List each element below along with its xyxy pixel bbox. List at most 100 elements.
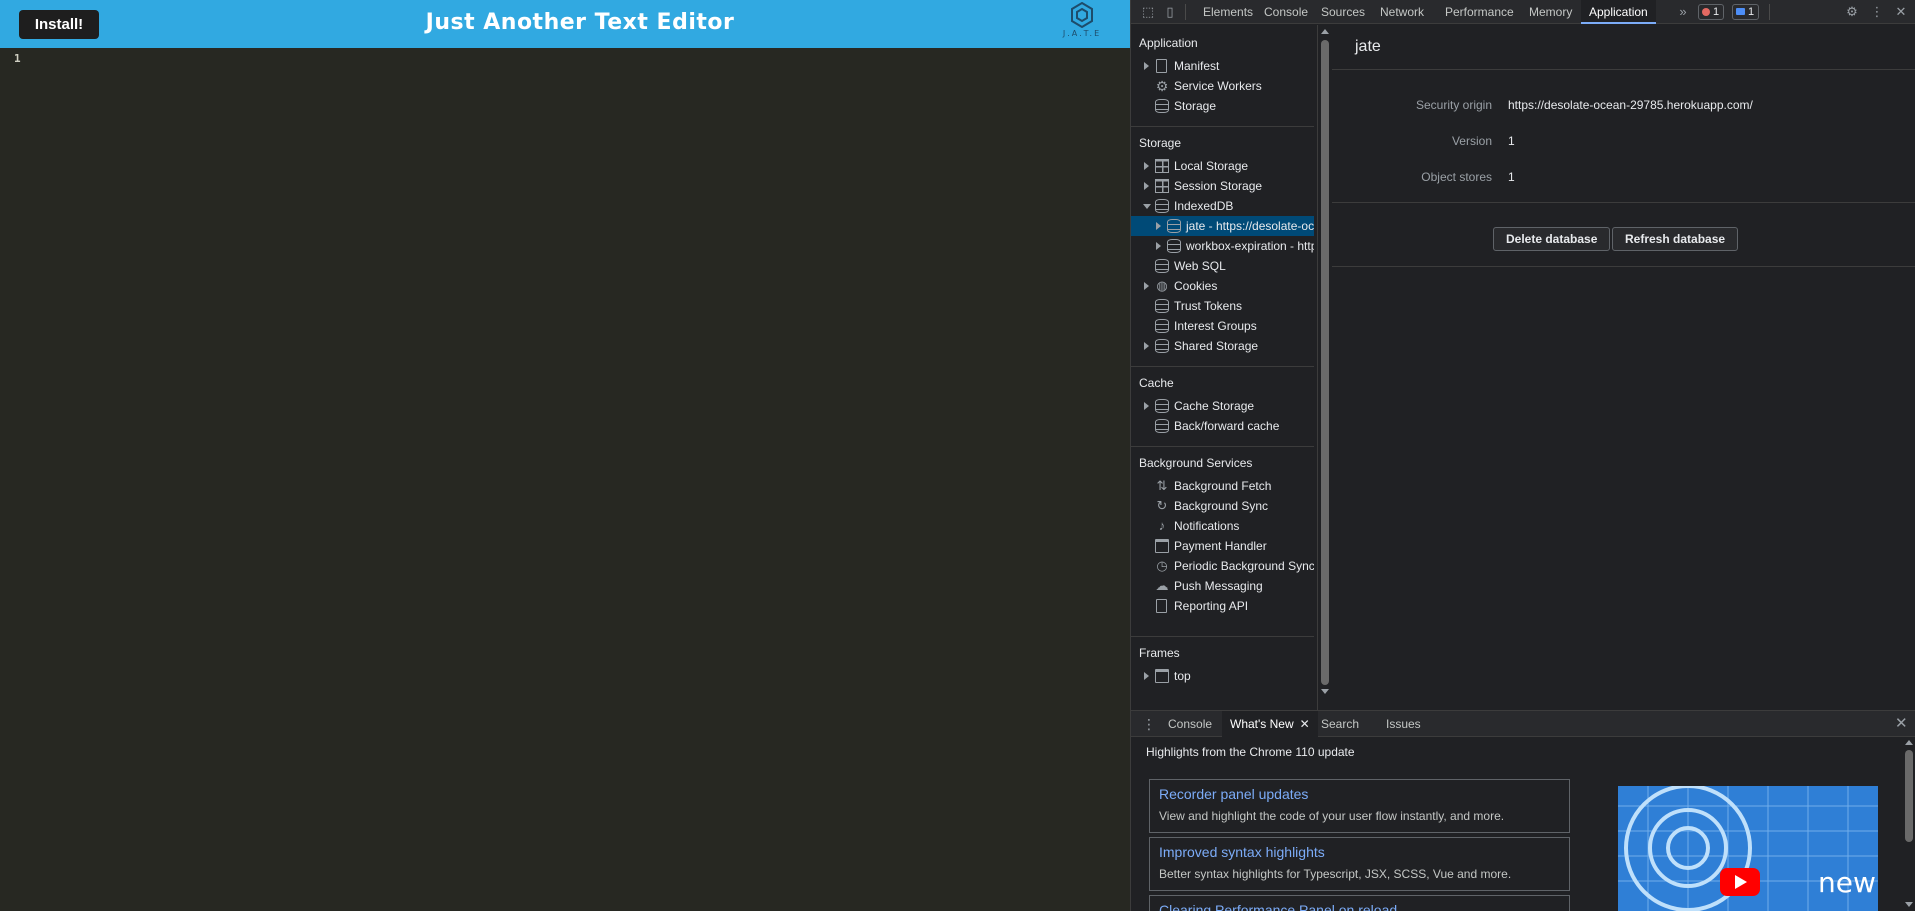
sidebar-item-shared-storage[interactable]: Shared Storage xyxy=(1131,336,1314,356)
feature-title-link[interactable]: Improved syntax highlights xyxy=(1159,844,1325,860)
expand-arrow-icon[interactable] xyxy=(1143,156,1151,176)
section-divider xyxy=(1131,636,1314,637)
sidebar-item-web-sql[interactable]: Web SQL xyxy=(1131,256,1314,276)
sidebar-item-storage-overview[interactable]: Storage xyxy=(1131,96,1314,116)
sidebar-item-jate-db[interactable]: jate - https://desolate-ocean-29785.hero… xyxy=(1131,216,1314,236)
expand-arrow-icon[interactable] xyxy=(1143,56,1151,76)
sidebar-item-label: Manifest xyxy=(1174,59,1220,73)
close-drawer-icon[interactable]: ✕ xyxy=(1895,715,1908,732)
sidebar-item-label: Service Workers xyxy=(1174,79,1262,93)
error-count: 1 xyxy=(1713,6,1720,18)
feature-title-link[interactable]: Recorder panel updates xyxy=(1159,786,1308,802)
sidebar-item-reporting-api[interactable]: Reporting API xyxy=(1131,596,1314,616)
scroll-down-arrow-icon[interactable] xyxy=(1905,902,1913,907)
scroll-down-arrow-icon[interactable] xyxy=(1321,689,1329,694)
feature-card[interactable]: Recorder panel updates View and highligh… xyxy=(1149,779,1570,833)
sidebar-item-frame-top[interactable]: top xyxy=(1131,666,1314,686)
document-icon xyxy=(1156,59,1167,73)
sidebar-item-workbox-expiration-db[interactable]: workbox-expiration - https://desolate-oc… xyxy=(1131,236,1314,256)
section-divider xyxy=(1131,126,1314,127)
error-badge[interactable]: 1 xyxy=(1698,4,1725,20)
credit-card-icon xyxy=(1155,539,1169,553)
close-tab-icon[interactable]: ✕ xyxy=(1300,717,1310,731)
tab-sources[interactable]: Sources xyxy=(1313,0,1373,24)
sidebar-item-payment-handler[interactable]: Payment Handler xyxy=(1131,536,1314,556)
up-down-arrows-icon: ⇅ xyxy=(1156,478,1168,493)
tab-elements[interactable]: Elements xyxy=(1195,0,1261,24)
scroll-up-arrow-icon[interactable] xyxy=(1905,740,1913,745)
tab-application[interactable]: Application xyxy=(1581,0,1656,24)
frame-window-icon xyxy=(1155,669,1169,683)
inspect-element-icon[interactable]: ⬚ xyxy=(1139,3,1157,21)
delete-database-button[interactable]: Delete database xyxy=(1493,227,1611,251)
sidebar-item-label: IndexedDB xyxy=(1174,199,1234,213)
expand-arrow-icon[interactable] xyxy=(1143,396,1151,416)
scrollbar-thumb[interactable] xyxy=(1905,750,1913,842)
settings-gear-icon[interactable]: ⚙ xyxy=(1843,3,1861,21)
sidebar-item-push-messaging[interactable]: ☁ Push Messaging xyxy=(1131,576,1314,596)
device-toolbar-icon[interactable]: ▯ xyxy=(1161,3,1179,21)
security-origin-value: https://desolate-ocean-29785.herokuapp.c… xyxy=(1508,98,1753,112)
sidebar-item-back-forward-cache[interactable]: Back/forward cache xyxy=(1131,416,1314,436)
drawer-tab-whats-new[interactable]: What's New ✕ xyxy=(1222,711,1318,737)
database-icon xyxy=(1155,299,1169,313)
drawer-menu-icon[interactable]: ⋮ xyxy=(1142,716,1156,732)
sidebar-item-trust-tokens[interactable]: Trust Tokens xyxy=(1131,296,1314,316)
more-tabs-icon[interactable]: » xyxy=(1674,3,1692,21)
tab-memory[interactable]: Memory xyxy=(1521,0,1580,24)
scrollbar-thumb[interactable] xyxy=(1321,40,1329,685)
sidebar-item-background-fetch[interactable]: ⇅ Background Fetch xyxy=(1131,476,1314,496)
expand-arrow-icon[interactable] xyxy=(1143,176,1151,196)
sidebar-item-periodic-background-sync[interactable]: ◷ Periodic Background Sync xyxy=(1131,556,1314,576)
section-title-application: Application xyxy=(1139,36,1198,50)
logo-hexagon-icon xyxy=(1071,2,1093,28)
expand-arrow-icon[interactable] xyxy=(1143,336,1151,356)
drawer-tab-search[interactable]: Search xyxy=(1313,711,1367,737)
section-divider xyxy=(1131,366,1314,367)
section-title-cache: Cache xyxy=(1139,376,1174,390)
sidebar-vertical-scrollbar[interactable] xyxy=(1318,25,1332,710)
expand-arrow-icon[interactable] xyxy=(1155,216,1163,236)
object-stores-label: Object stores xyxy=(1421,170,1492,184)
error-icon xyxy=(1702,8,1710,16)
expand-arrow-icon[interactable] xyxy=(1143,666,1151,686)
sidebar-item-background-sync[interactable]: ↻ Background Sync xyxy=(1131,496,1314,516)
expand-arrow-icon[interactable] xyxy=(1155,236,1163,256)
drawer-vertical-scrollbar[interactable] xyxy=(1902,738,1915,911)
tab-network[interactable]: Network xyxy=(1372,0,1432,24)
code-editor[interactable]: 1 xyxy=(0,48,1130,911)
drawer-tab-issues[interactable]: Issues xyxy=(1378,711,1429,737)
sidebar-item-cookies[interactable]: ◍ Cookies xyxy=(1131,276,1314,296)
database-icon xyxy=(1155,99,1169,113)
object-stores-value: 1 xyxy=(1508,170,1515,184)
whats-new-video-thumbnail[interactable]: new xyxy=(1618,786,1878,911)
refresh-database-button[interactable]: Refresh database xyxy=(1612,227,1739,251)
close-devtools-icon[interactable]: ✕ xyxy=(1892,3,1910,21)
sidebar-item-manifest[interactable]: Manifest xyxy=(1131,56,1314,76)
section-divider xyxy=(1131,446,1314,447)
sidebar-item-notifications[interactable]: ♪ Notifications xyxy=(1131,516,1314,536)
feature-title-link[interactable]: Clearing Performance Panel on reload xyxy=(1159,902,1397,911)
toolbar-divider xyxy=(1185,4,1186,20)
cookie-icon: ◍ xyxy=(1156,278,1168,293)
collapse-arrow-icon[interactable] xyxy=(1143,196,1151,216)
app-title: Just Another Text Editor xyxy=(425,10,735,35)
sidebar-item-cache-storage[interactable]: Cache Storage xyxy=(1131,396,1314,416)
more-options-icon[interactable]: ⋮ xyxy=(1868,3,1886,21)
tab-performance[interactable]: Performance xyxy=(1437,0,1522,24)
sidebar-item-indexeddb[interactable]: IndexedDB xyxy=(1131,196,1314,216)
database-icon xyxy=(1155,199,1169,213)
scroll-up-arrow-icon[interactable] xyxy=(1321,29,1329,34)
message-count: 1 xyxy=(1748,6,1755,18)
sidebar-item-service-workers[interactable]: ⚙ Service Workers xyxy=(1131,76,1314,96)
message-badge[interactable]: 1 xyxy=(1732,4,1760,20)
feature-card[interactable]: Clearing Performance Panel on reload xyxy=(1149,895,1570,911)
feature-card[interactable]: Improved syntax highlights Better syntax… xyxy=(1149,837,1570,891)
expand-arrow-icon[interactable] xyxy=(1143,276,1151,296)
version-value: 1 xyxy=(1508,134,1515,148)
drawer-tab-console[interactable]: Console xyxy=(1160,711,1220,737)
sidebar-item-local-storage[interactable]: Local Storage xyxy=(1131,156,1314,176)
sidebar-item-interest-groups[interactable]: Interest Groups xyxy=(1131,316,1314,336)
tab-console[interactable]: Console xyxy=(1256,0,1316,24)
sidebar-item-session-storage[interactable]: Session Storage xyxy=(1131,176,1314,196)
